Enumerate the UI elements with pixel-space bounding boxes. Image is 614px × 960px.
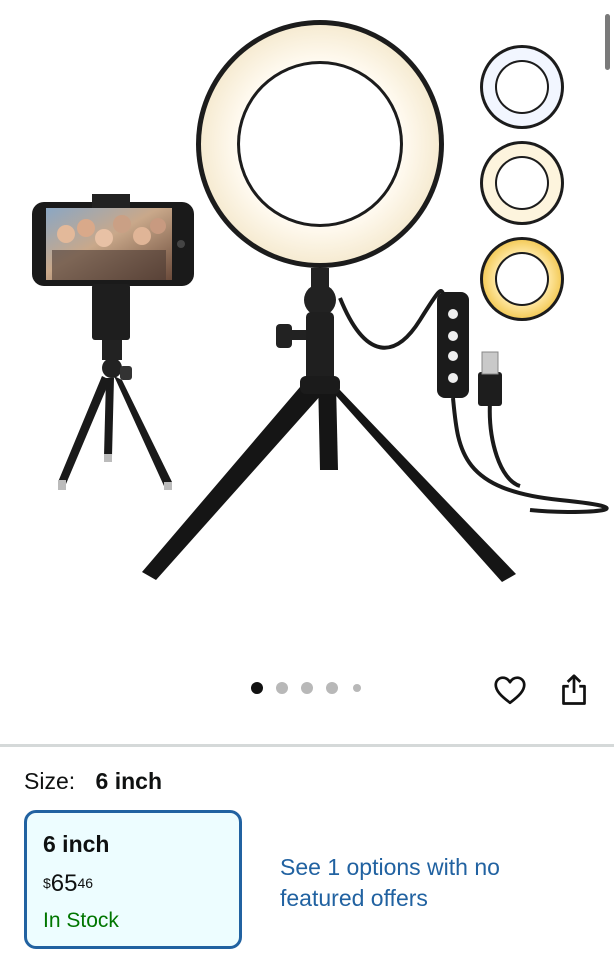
- price-symbol: $: [43, 875, 51, 891]
- pagination-dot[interactable]: [301, 682, 313, 694]
- see-other-options-link[interactable]: See 1 options with no featured offers: [280, 852, 520, 914]
- gallery-pagination[interactable]: [251, 682, 361, 694]
- size-selector-header: Size: 6 inch: [24, 768, 162, 795]
- pagination-dot[interactable]: [353, 684, 361, 692]
- pagination-dot[interactable]: [251, 682, 263, 694]
- selected-size-value: 6 inch: [95, 768, 162, 794]
- option-name: 6 inch: [43, 831, 110, 857]
- price-fraction: 46: [77, 875, 94, 891]
- share-icon[interactable]: [556, 672, 592, 708]
- product-image-gallery[interactable]: [0, 0, 614, 660]
- pagination-dot[interactable]: [326, 682, 338, 694]
- heart-icon[interactable]: [492, 672, 528, 708]
- availability-status: In Stock: [43, 909, 119, 932]
- section-divider: [0, 744, 614, 747]
- product-image: [32, 20, 609, 582]
- size-label: Size:: [24, 768, 76, 794]
- option-price: $ 65 46: [43, 872, 223, 896]
- product-page: Size: 6 inch 6 inch $ 65 46 In Stock See…: [0, 0, 614, 960]
- pagination-dot[interactable]: [276, 682, 288, 694]
- price-whole: 65: [50, 870, 78, 897]
- size-option-6-inch[interactable]: 6 inch $ 65 46 In Stock: [24, 810, 242, 949]
